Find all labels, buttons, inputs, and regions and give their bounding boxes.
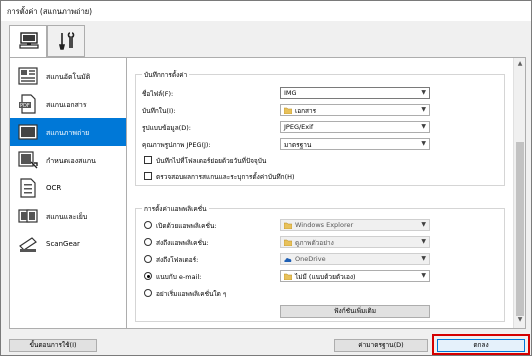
settings-scroll-area: บันทึกการตั้งค่า ชื่อไฟล์(F): IMG ▼ บันท… [127, 58, 513, 328]
data-format-select[interactable]: JPEG/Exif ▼ [280, 121, 430, 133]
save-in-label: บันทึกใน(I): [142, 107, 176, 115]
vertical-scrollbar[interactable]: ▲ ▼ [513, 58, 525, 328]
instructions-button[interactable]: ขั้นตอนการใช้(I) [9, 339, 97, 352]
open-with-app-radio[interactable] [144, 221, 152, 229]
save-in-value: เอกสาร [295, 107, 317, 115]
folder-icon [284, 107, 292, 114]
send-to-app-label: ส่งถึงแอพพลิเคชั่น: [156, 239, 209, 247]
subfolder-date-checkbox[interactable] [144, 156, 152, 164]
document-pdf-icon: PDF [19, 94, 36, 114]
scan-mode-list: สแกนอัตโนมัติ PDF สแกนเอกสาร สแกนภาพถ่าย [9, 57, 127, 329]
settings-window: การตั้งค่า (สแกนภาพถ่าย) สแกนอัตโนมัติ P… [0, 0, 532, 356]
jpeg-quality-label: คุณภาพรูปภาพ JPEG(J): [142, 141, 211, 149]
chevron-down-icon[interactable]: ▼ [421, 272, 426, 279]
sidebar-item-label: สแกนอัตโนมัติ [46, 73, 91, 81]
defaults-button[interactable]: ค่ามาตรฐาน(D) [334, 339, 428, 352]
scangear-icon [19, 237, 37, 252]
sidebar-item-scangear[interactable]: ScanGear [10, 230, 126, 258]
stitch-icon [18, 209, 38, 223]
file-name-value: IMG [284, 89, 297, 97]
app-settings-title: การตั้งค่าแอพพลิเคชั่น [142, 204, 209, 214]
attach-email-radio[interactable] [144, 272, 152, 280]
send-to-folder-value: OneDrive [295, 255, 326, 263]
subfolder-date-label: บันทึกไปที่โฟลเดอร์ย่อยด้วยวันที่ปัจจุบั… [156, 157, 267, 165]
scrollbar-thumb[interactable] [516, 142, 524, 316]
chevron-down-icon[interactable]: ▼ [421, 140, 426, 147]
chevron-down-icon[interactable]: ▼ [421, 221, 426, 228]
check-scan-results-label: ตรวจสอบผลการสแกนและระบุการตั้งค่าบันทึก(… [156, 173, 295, 181]
save-settings-title: บันทึกการตั้งค่า [142, 70, 190, 80]
custom-scan-icon [18, 151, 38, 169]
scroll-up-icon[interactable]: ▲ [516, 60, 524, 70]
sidebar-item-document-scan[interactable]: PDF สแกนเอกสาร [10, 90, 126, 118]
file-name-field[interactable]: IMG ▼ [280, 87, 430, 99]
save-in-select[interactable]: เอกสาร ▼ [280, 104, 430, 116]
sidebar-item-ocr[interactable]: OCR [10, 174, 126, 202]
check-scan-results-checkbox[interactable] [144, 172, 152, 180]
computer-icon [19, 32, 39, 49]
sidebar-item-label: สแกนและเย็บ [46, 213, 88, 221]
chevron-down-icon[interactable]: ▼ [421, 255, 426, 262]
chevron-down-icon[interactable]: ▼ [421, 89, 426, 96]
auto-scan-icon [18, 67, 38, 85]
attach-email-value: ไม่มี (แนบด้วยตัวเอง) [295, 273, 356, 281]
open-with-app-label: เปิดด้วยแอพพลิเคชั่น: [156, 222, 217, 230]
sidebar-item-stitch[interactable]: สแกนและเย็บ [10, 202, 126, 230]
tab-general-settings[interactable] [47, 25, 85, 57]
send-to-folder-select[interactable]: OneDrive ▼ [280, 253, 430, 265]
open-with-app-select[interactable]: Windows Explorer ▼ [280, 219, 430, 231]
jpeg-quality-select[interactable]: มาตรฐาน ▼ [280, 138, 430, 150]
chevron-down-icon[interactable]: ▼ [421, 123, 426, 130]
open-with-app-value: Windows Explorer [295, 221, 354, 229]
window-title: การตั้งค่า (สแกนภาพถ่าย) [7, 7, 93, 16]
sidebar-item-label: สแกนภาพถ่าย [46, 129, 90, 137]
settings-panel: บันทึกการตั้งค่า ชื่อไฟล์(F): IMG ▼ บันท… [126, 57, 526, 329]
sidebar-item-custom-scan[interactable]: กำหนดเองสแกน [10, 146, 126, 174]
chevron-down-icon[interactable]: ▼ [421, 238, 426, 245]
sidebar-item-label: สแกนเอกสาร [46, 101, 87, 109]
chevron-down-icon[interactable]: ▼ [421, 106, 426, 113]
photo-icon [18, 124, 38, 140]
sidebar-item-auto-scan[interactable]: สแกนอัตโนมัติ [10, 62, 126, 90]
no-app-label: อย่าเริ่มแอพพลิเคชั่นใด ๆ [156, 290, 227, 298]
send-to-folder-radio[interactable] [144, 255, 152, 263]
save-settings-group: บันทึกการตั้งค่า ชื่อไฟล์(F): IMG ▼ บันท… [135, 70, 505, 186]
folder-icon [284, 222, 292, 229]
scroll-down-icon[interactable]: ▼ [516, 316, 524, 326]
jpeg-quality-value: มาตรฐาน [284, 141, 312, 149]
attach-email-label: แนบกับ e-mail: [156, 273, 202, 281]
send-to-app-value: ดูภาพตัวอย่าง [295, 239, 334, 247]
more-functions-button[interactable]: ฟังก์ชันเพิ่มเติม [280, 305, 430, 318]
sidebar-item-label: ScanGear [46, 240, 80, 248]
app-settings-group: การตั้งค่าแอพพลิเคชั่น เปิดด้วยแอพพลิเคช… [135, 204, 505, 322]
no-app-radio[interactable] [144, 289, 152, 297]
title-bar: การตั้งค่า (สแกนภาพถ่าย) [1, 1, 531, 21]
sidebar-item-label: กำหนดเองสแกน [46, 157, 96, 165]
data-format-value: JPEG/Exif [284, 123, 314, 131]
send-to-app-radio[interactable] [144, 238, 152, 246]
tab-scan-from-computer[interactable] [9, 25, 47, 58]
tab-strip [1, 21, 531, 58]
sidebar-item-photo-scan[interactable]: สแกนภาพถ่าย [10, 118, 126, 146]
cloud-icon [284, 258, 292, 262]
folder-icon [284, 273, 292, 280]
send-to-folder-label: ส่งถึงโฟลเดอร์: [156, 256, 199, 264]
sidebar-item-label: OCR [46, 184, 62, 192]
data-format-label: รูปแบบข้อมูล(D): [142, 124, 191, 132]
svg-text:PDF: PDF [20, 103, 30, 109]
attach-email-select[interactable]: ไม่มี (แนบด้วยตัวเอง) ▼ [280, 270, 430, 282]
folder-icon [284, 239, 292, 246]
tools-icon [58, 32, 75, 50]
ok-button-highlight [432, 334, 530, 355]
send-to-app-select[interactable]: ดูภาพตัวอย่าง ▼ [280, 236, 430, 248]
file-name-label: ชื่อไฟล์(F): [142, 90, 174, 98]
ocr-icon [20, 178, 36, 198]
